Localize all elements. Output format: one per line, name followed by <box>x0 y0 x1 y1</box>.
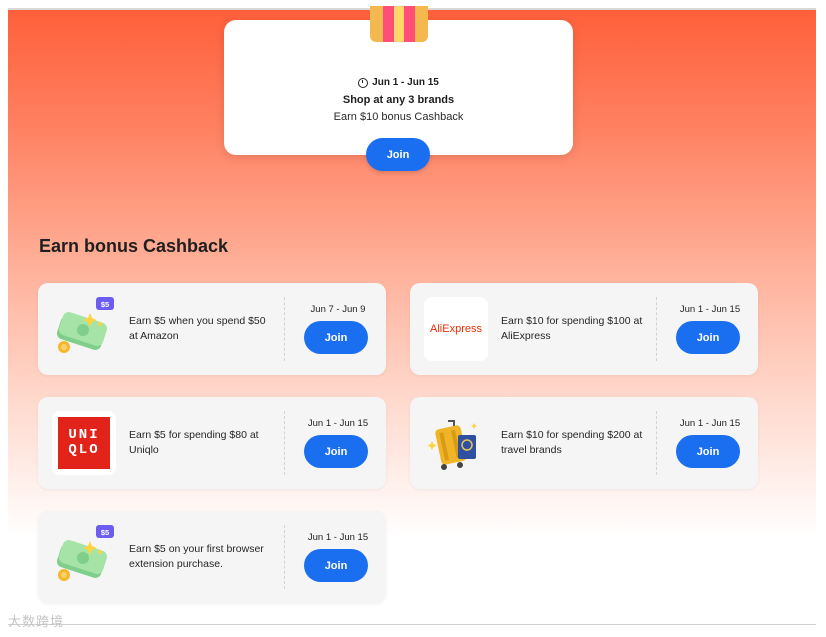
aliexpress-logo: AliExpress <box>424 297 488 361</box>
offer-date: Jun 1 - Jun 15 <box>307 418 369 429</box>
aliexpress-logo-text: AliExpress <box>430 323 482 335</box>
watermark: 大数跨境 <box>8 614 65 629</box>
offer-join-button-amazon[interactable]: Join <box>304 321 368 354</box>
dashed-divider <box>656 297 657 361</box>
uniqlo-logo: UNI QLO <box>52 411 116 475</box>
offer-text: Earn $5 for spending $80 at Uniqlo <box>129 429 259 456</box>
dashed-divider <box>284 411 285 475</box>
promo-date-text: Jun 1 - Jun 15 <box>372 77 439 88</box>
luggage-passport-icon <box>424 411 488 475</box>
offer-text: Earn $10 for spending $100 at AliExpress <box>501 315 643 342</box>
uniqlo-logo-line2: QLO <box>68 442 100 458</box>
gift-box-icon <box>370 6 428 42</box>
dashed-divider <box>284 297 285 361</box>
promo-title: Shop at any 3 brands <box>342 94 455 106</box>
cash-bills-icon: $5 <box>52 297 116 361</box>
offer-join-button-aliexpress[interactable]: Join <box>676 321 740 354</box>
dashed-divider <box>656 411 657 475</box>
offer-date: Jun 1 - Jun 15 <box>679 304 741 315</box>
offer-card-aliexpress: AliExpress Earn $10 for spending $100 at… <box>410 283 758 375</box>
uniqlo-logo-line1: UNI <box>68 427 100 443</box>
offer-date: Jun 7 - Jun 9 <box>310 304 366 315</box>
clock-icon <box>358 77 369 88</box>
offer-card-browser-extension: $5 Earn $5 on your first browser extensi… <box>38 511 386 603</box>
dashed-divider <box>284 525 285 589</box>
offer-join-button-uniqlo[interactable]: Join <box>304 435 368 468</box>
offer-badge-amazon: $5 <box>101 300 109 309</box>
promo-date: Jun 1 - Jun 15 <box>224 77 573 88</box>
cash-bills-icon: $5 <box>52 525 116 589</box>
section-title: Earn bonus Cashback <box>39 236 229 256</box>
offer-date: Jun 1 - Jun 15 <box>679 418 741 429</box>
offer-badge-extension: $5 <box>101 528 109 537</box>
promo-subtitle: Earn $10 bonus Cashback <box>333 111 464 123</box>
offer-join-button-extension[interactable]: Join <box>304 549 368 582</box>
offer-join-button-travel[interactable]: Join <box>676 435 740 468</box>
offer-text: Earn $10 for spending $200 at travel bra… <box>501 429 643 456</box>
offer-date: Jun 1 - Jun 15 <box>307 532 369 543</box>
promo-join-button[interactable]: Join <box>366 138 430 171</box>
offer-card-travel: Earn $10 for spending $200 at travel bra… <box>410 397 758 489</box>
offer-text: Earn $5 on your first browser extension … <box>129 543 264 570</box>
offer-card-amazon: $5 Earn $5 when you spend $50 at Amazon … <box>38 283 386 375</box>
offer-card-uniqlo: UNI QLO Earn $5 for spending $80 at Uniq… <box>38 397 386 489</box>
offer-text: Earn $5 when you spend $50 at Amazon <box>129 315 266 342</box>
footer-divider <box>8 624 816 625</box>
